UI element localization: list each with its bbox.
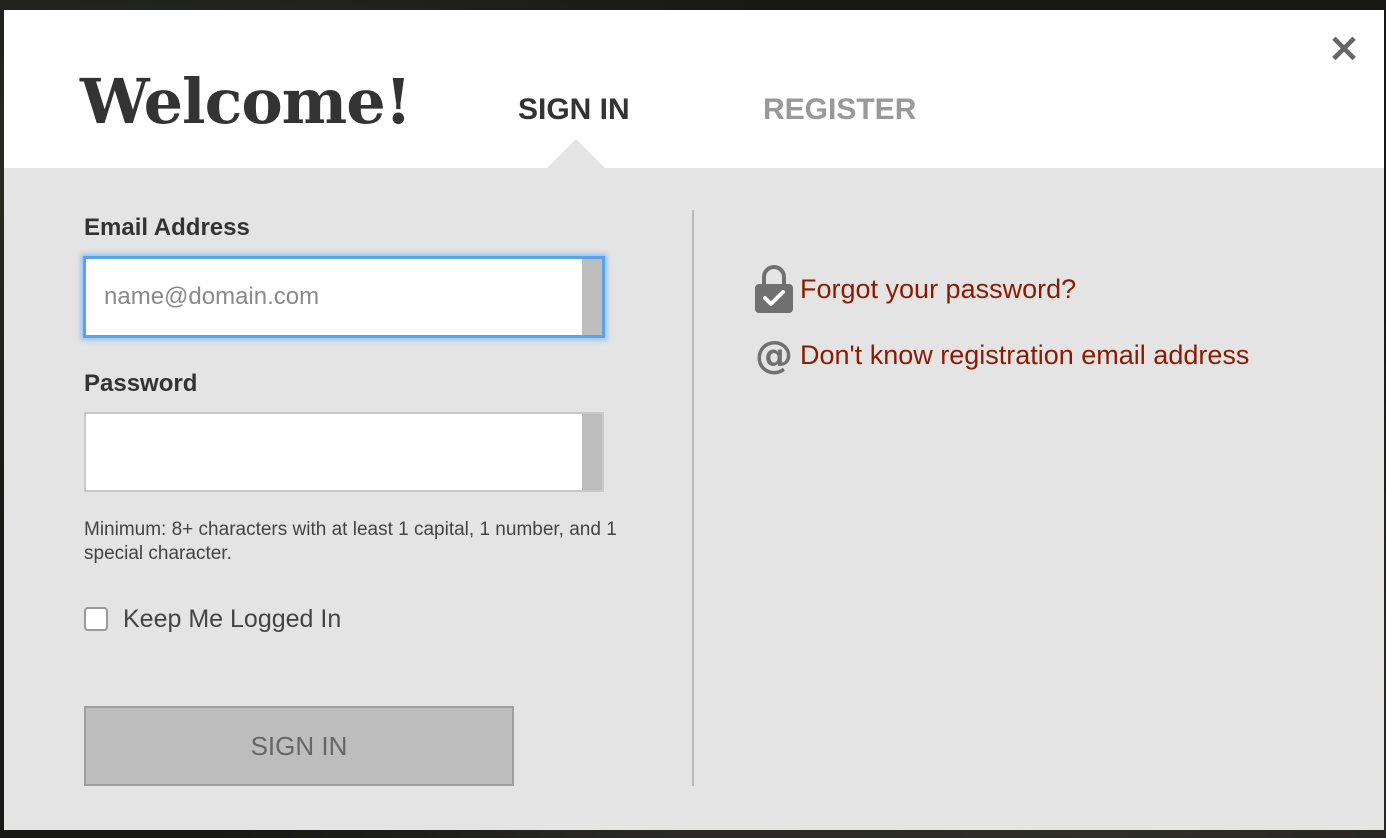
keep-logged-in-checkbox[interactable] (84, 607, 108, 631)
password-hint: Minimum: 8+ characters with at least 1 c… (84, 519, 617, 564)
active-tab-pointer (546, 139, 606, 169)
vertical-divider (692, 210, 694, 786)
keep-logged-in-label[interactable]: Keep Me Logged In (123, 604, 341, 634)
keep-logged-in-row: Keep Me Logged In (84, 604, 341, 634)
at-sign-icon: @ (755, 333, 793, 377)
email-field-side-bar (582, 259, 602, 335)
sign-in-button[interactable]: SIGN IN (84, 706, 514, 786)
unknown-email-row: @ Don't know registration email address (754, 330, 1249, 380)
sign-in-modal: Welcome! SIGN IN REGISTER × Email Addres… (4, 10, 1384, 830)
email-field-container (83, 256, 605, 338)
lock-check-icon (754, 264, 794, 314)
modal-title: Welcome! (80, 65, 412, 138)
email-field[interactable] (86, 259, 582, 335)
tab-register[interactable]: REGISTER (763, 92, 916, 128)
password-field[interactable] (86, 414, 582, 490)
password-field-side-bar (582, 414, 602, 490)
password-field-container (84, 412, 604, 492)
forgot-password-link[interactable]: Forgot your password? (800, 272, 1076, 306)
email-label: Email Address (84, 214, 250, 241)
tab-sign-in[interactable]: SIGN IN (518, 92, 630, 128)
unknown-email-link[interactable]: Don't know registration email address (800, 338, 1249, 372)
close-icon[interactable]: × (1326, 28, 1362, 68)
password-label: Password (84, 370, 198, 397)
forgot-password-row: Forgot your password? (754, 264, 1076, 314)
modal-header: Welcome! SIGN IN REGISTER × (4, 10, 1384, 168)
